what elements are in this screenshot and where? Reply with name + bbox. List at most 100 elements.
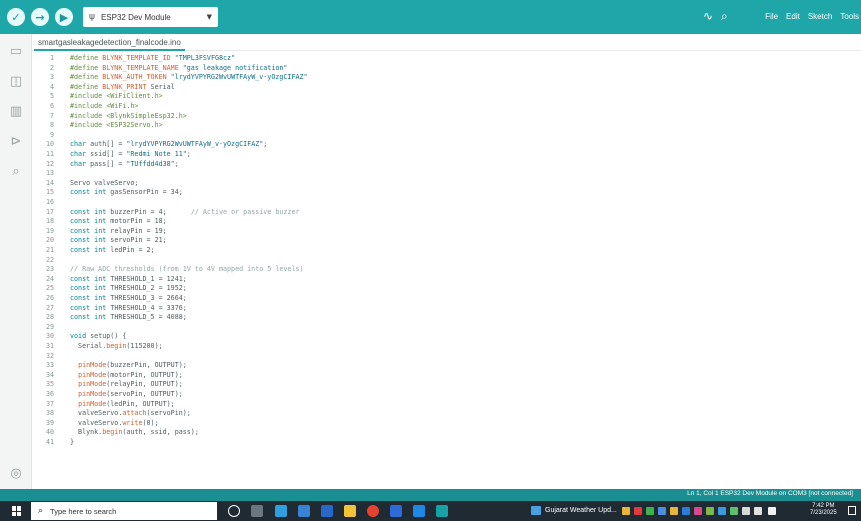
search-icon: ⌕ — [38, 506, 44, 516]
code-line[interactable]: 31 Serial.begin(115200); — [32, 342, 861, 351]
code-line[interactable]: 13 — [32, 169, 861, 178]
line-number: 23 — [45, 265, 54, 274]
code-line[interactable]: 12 char pass[] = "TUffdd4d38"; — [32, 160, 861, 169]
code-line[interactable]: 5 #include <WiFiClient.h> — [32, 92, 861, 101]
board-selector[interactable]: ψ ESP32 Dev Module ▼ — [83, 7, 218, 27]
tray-icon[interactable] — [622, 507, 630, 515]
clock-date: 7/23/2025 — [810, 510, 837, 516]
code-line[interactable]: 21 const int ledPin = 2; — [32, 246, 861, 255]
code-line[interactable]: 16 — [32, 198, 861, 207]
code-line[interactable]: 37 pinMode(ledPin, OUTPUT); — [32, 400, 861, 409]
store-icon[interactable] — [321, 505, 333, 517]
code-line[interactable]: 7 #include <BlynkSimpleEsp32.h> — [32, 112, 861, 121]
mail-icon[interactable] — [298, 505, 310, 517]
code-line[interactable]: 14 Servo valveServo; — [32, 179, 861, 188]
debug-sidebar-icon[interactable]: ⊳ — [7, 132, 25, 150]
code-line[interactable]: 3 #define BLYNK_AUTH_TOKEN "lrydYVPYRG2Wv… — [32, 73, 861, 82]
tray-icon[interactable] — [706, 507, 714, 515]
code-line[interactable]: 38 valveServo.attach(servoPin); — [32, 409, 861, 418]
tab-sketch-file[interactable]: smartgasleakagedetection_finalcode.ino — [34, 35, 185, 51]
code-line[interactable]: 4 #define BLYNK_PRINT Serial — [32, 83, 861, 92]
line-number: 40 — [45, 428, 54, 437]
windows-start-icon[interactable] — [12, 506, 22, 516]
task-view-icon[interactable] — [251, 505, 263, 517]
code-text: Blynk.begin(auth, ssid, pass); — [70, 428, 199, 437]
notification-icon[interactable] — [848, 506, 856, 515]
edge-browser-icon[interactable] — [275, 505, 287, 517]
taskbar-clock[interactable]: 7:42 PM 7/23/2025 — [810, 503, 837, 517]
library-manager-icon[interactable]: ▥ — [7, 102, 25, 120]
code-line[interactable]: 20 const int servoPin = 21; — [32, 236, 861, 245]
code-line[interactable]: 40 Blynk.begin(auth, ssid, pass); — [32, 428, 861, 437]
code-text: pinMode(motorPin, OUTPUT); — [78, 370, 183, 379]
code-line[interactable]: 10 char auth[] = "lrydYVPYRG2WvUWTFAyW_v-… — [32, 140, 861, 149]
tray-icon[interactable] — [742, 507, 750, 515]
serial-monitor-icon[interactable]: ⌕ — [721, 9, 728, 24]
code-line[interactable]: 23 // Raw ADC thresholds (from 1V to 4V m… — [32, 265, 861, 274]
verify-check-icon[interactable]: ✓ — [7, 8, 25, 26]
line-number: 37 — [45, 399, 54, 408]
code-line[interactable]: 27 const int THRESHOLD_4 = 3376; — [32, 304, 861, 313]
app-icon[interactable] — [390, 505, 402, 517]
code-text: Serial.begin(115200); — [70, 342, 163, 350]
tray-icon[interactable] — [694, 507, 702, 515]
tray-icon[interactable] — [718, 507, 726, 515]
weather-widget[interactable]: Gujarat Weather Upd... — [531, 506, 617, 515]
arduino-ide-icon[interactable] — [436, 505, 448, 517]
file-explorer-icon[interactable] — [344, 505, 356, 517]
code-line[interactable]: 15 const int gasSensorPin = 34; — [32, 188, 861, 197]
line-number: 11 — [45, 150, 54, 158]
line-number: 35 — [45, 380, 54, 389]
tray-icon[interactable] — [682, 507, 690, 515]
code-line[interactable]: 2 #define BLYNK_TEMPLATE_NAME "gas leakag… — [32, 64, 861, 73]
code-line[interactable]: 17 const int buzzerPin = 4; // Active or … — [32, 208, 861, 217]
network-icon[interactable] — [754, 507, 762, 515]
code-line[interactable]: 9 — [32, 131, 861, 140]
code-editor[interactable]: 1 #define BLYNK_TEMPLATE_ID "TMPL3FSVFG8c… — [32, 51, 861, 489]
code-line[interactable]: 25 const int THRESHOLD_2 = 1952; — [32, 284, 861, 293]
code-line[interactable]: 22 — [32, 256, 861, 265]
taskbar-search-input[interactable]: ⌕ Type here to search — [31, 502, 217, 520]
profile-icon[interactable]: ◎ — [7, 464, 25, 482]
tray-icon[interactable] — [670, 507, 678, 515]
boards-manager-icon[interactable]: ◫ — [7, 72, 25, 90]
code-line[interactable]: 30 void setup() { — [32, 332, 861, 341]
menu-tools[interactable]: Tools — [840, 12, 859, 21]
upload-arrow-icon[interactable]: → — [31, 8, 49, 26]
code-line[interactable]: 32 — [32, 352, 861, 361]
code-line[interactable]: 8 #include <ESP32Servo.h> — [32, 121, 861, 130]
code-line[interactable]: 33 pinMode(buzzerPin, OUTPUT); — [32, 361, 861, 370]
code-text: pinMode(servoPin, OUTPUT); — [78, 390, 183, 398]
code-line[interactable]: 28 const int THRESHOLD_5 = 4088; — [32, 313, 861, 322]
code-line[interactable]: 6 #include <WiFi.h> — [32, 102, 861, 111]
debug-icon[interactable]: ▶ — [55, 8, 73, 26]
tray-icon[interactable] — [730, 507, 738, 515]
code-line[interactable]: 18 const int motorPin = 18; — [32, 217, 861, 226]
code-line[interactable]: 34 pinMode(motorPin, OUTPUT); — [32, 371, 861, 380]
menu-edit[interactable]: Edit — [786, 12, 800, 21]
code-line[interactable]: 26 const int THRESHOLD_3 = 2664; — [32, 294, 861, 303]
code-line[interactable]: 11 char ssid[] = "Redmi Note 11"; — [32, 150, 861, 159]
menu-sketch[interactable]: Sketch — [808, 12, 832, 21]
code-line[interactable]: 19 const int relayPin = 19; — [32, 227, 861, 236]
code-line[interactable]: 29 — [32, 323, 861, 332]
code-text: #define BLYNK_AUTH_TOKEN "lrydYVPYRG2WvU… — [70, 73, 308, 82]
chrome-icon[interactable] — [367, 505, 379, 517]
code-line[interactable]: 24 const int THRESHOLD_1 = 1241; — [32, 275, 861, 284]
code-line[interactable]: 35 pinMode(relayPin, OUTPUT); — [32, 380, 861, 389]
tray-icon[interactable] — [658, 507, 666, 515]
tray-icon[interactable] — [634, 507, 642, 515]
code-line[interactable]: 36 pinMode(servoPin, OUTPUT); — [32, 390, 861, 399]
cortana-icon[interactable] — [228, 505, 240, 517]
sketchbook-folder-icon[interactable]: ▭ — [7, 42, 25, 60]
line-number: 2 — [49, 63, 54, 72]
volume-icon[interactable] — [768, 507, 776, 515]
meet-icon[interactable] — [413, 505, 425, 517]
tray-icon[interactable] — [646, 507, 654, 515]
code-line[interactable]: 41} — [32, 438, 861, 447]
code-line[interactable]: 1 #define BLYNK_TEMPLATE_ID "TMPL3FSVFG8c… — [32, 54, 861, 63]
serial-plotter-icon[interactable]: ∿ — [703, 9, 713, 23]
code-line[interactable]: 39 valveServo.write(0); — [32, 419, 861, 428]
menu-file[interactable]: File — [765, 12, 778, 21]
search-icon[interactable]: ⌕ — [7, 162, 25, 180]
